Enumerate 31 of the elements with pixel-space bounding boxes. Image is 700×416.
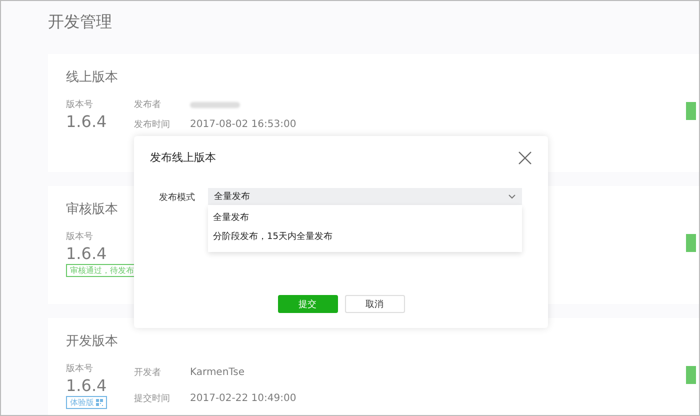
page-title: 开发管理 [48,12,113,33]
qr-code-icon [96,399,103,406]
chevron-down-icon [508,194,516,199]
mode-select[interactable]: 全量发布 [208,188,522,205]
close-icon[interactable] [518,150,532,164]
version-number: 1.6.4 [66,113,107,131]
dropdown-option[interactable]: 分阶段发布，15天内全量发布 [208,227,522,246]
version-label: 版本号 [66,362,93,375]
blurred-text [190,102,240,108]
field-value: 2017-02-22 10:49:00 [190,393,296,404]
field-value: KarmenTse [190,366,246,378]
card-title: 开发版本 [66,333,118,350]
card-title: 审核版本 [66,201,118,218]
field-label: 发布时间 [134,118,171,131]
field-label: 提交时间 [134,392,171,406]
side-button[interactable] [686,102,696,120]
version-number: 1.6.4 [66,245,107,263]
dropdown-option[interactable]: 全量发布 [208,208,522,227]
side-button[interactable] [686,234,696,252]
version-label: 版本号 [66,98,93,111]
status-badge: 体验版 [66,396,107,409]
field-label: 发布模式 [159,192,196,205]
dialog-title: 发布线上版本 [150,150,216,165]
cancel-button[interactable]: 取消 [344,295,404,313]
side-button[interactable] [686,366,696,384]
field-label: 发布者 [134,98,162,112]
card-title: 线上版本 [66,69,118,86]
field-value: 2017-08-02 16:53:00 [190,118,296,130]
version-label: 版本号 [66,230,93,243]
field-label: 开发者 [134,366,162,379]
version-number: 1.6.4 [66,377,107,395]
